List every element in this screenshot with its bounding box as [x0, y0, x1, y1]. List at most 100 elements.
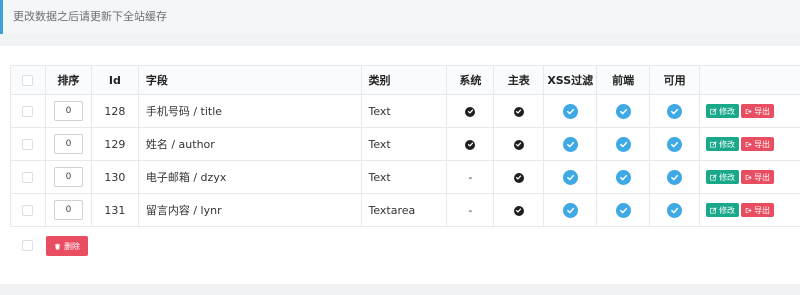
enabled-check-icon[interactable]: [667, 136, 683, 152]
field-cell: 留言内容 / lynr: [137, 193, 362, 227]
enabled-cell[interactable]: [649, 193, 701, 227]
id-cell: 128: [90, 94, 139, 128]
export-icon: [745, 108, 752, 115]
front-cell[interactable]: [596, 127, 651, 161]
system-dash: -: [468, 203, 473, 217]
xss-check-icon[interactable]: [562, 202, 578, 218]
system-check-icon: [465, 106, 476, 117]
type-cell: Text: [360, 127, 448, 161]
cache-notice: 更改数据之后请更新下全站缓存: [0, 0, 800, 34]
table-row: 131 留言内容 / lynr Textarea - 修改 导出: [10, 193, 800, 227]
header-system: 系统: [446, 65, 495, 95]
row-checkbox[interactable]: [22, 172, 34, 183]
header-order[interactable]: 排序: [44, 65, 92, 95]
xss-cell[interactable]: [543, 160, 598, 194]
id-cell: 131: [90, 193, 139, 227]
enabled-cell[interactable]: [649, 127, 701, 161]
main-cell: [493, 127, 545, 161]
export-button[interactable]: 导出: [741, 203, 775, 217]
xss-cell[interactable]: [543, 193, 598, 227]
id-cell: 129: [90, 127, 139, 161]
footer-select-all-checkbox[interactable]: [22, 240, 33, 251]
export-label: 导出: [754, 106, 771, 116]
enabled-cell[interactable]: [649, 94, 701, 128]
export-label: 导出: [754, 139, 771, 149]
table-row: 129 姓名 / author Text 修改 导出: [10, 127, 800, 161]
header-field: 字段: [137, 65, 362, 95]
field-table: 排序 Id 字段 类别 系统 主表 XSS过滤 前端 可用 128 手机号码 /…: [10, 65, 800, 227]
main-check-icon: [513, 205, 524, 216]
xss-cell[interactable]: [543, 94, 598, 128]
edit-button[interactable]: 修改: [706, 170, 740, 184]
type-cell: Text: [360, 160, 448, 194]
xss-check-icon[interactable]: [562, 103, 578, 119]
system-cell: -: [446, 160, 495, 194]
edit-button[interactable]: 修改: [706, 104, 740, 118]
front-check-icon[interactable]: [615, 136, 631, 152]
enabled-check-icon[interactable]: [667, 169, 683, 185]
id-cell: 130: [90, 160, 139, 194]
select-all-cell[interactable]: [10, 65, 46, 95]
row-checkbox[interactable]: [22, 139, 34, 150]
enabled-cell[interactable]: [649, 160, 701, 194]
type-cell: Text: [360, 94, 448, 128]
edit-label: 修改: [719, 205, 736, 215]
front-cell[interactable]: [596, 160, 651, 194]
header-main: 主表: [493, 65, 545, 95]
order-input[interactable]: [53, 200, 83, 220]
actions-cell: 修改 导出: [699, 160, 800, 194]
front-cell[interactable]: [596, 193, 651, 227]
main-check-icon: [513, 139, 524, 150]
front-check-icon[interactable]: [615, 202, 631, 218]
export-icon: [745, 207, 752, 214]
main-check-icon: [513, 106, 524, 117]
edit-label: 修改: [719, 106, 736, 116]
order-input[interactable]: [53, 101, 83, 121]
edit-button[interactable]: 修改: [706, 137, 740, 151]
export-button[interactable]: 导出: [741, 137, 775, 151]
edit-icon: [710, 173, 717, 181]
order-input[interactable]: [53, 134, 83, 154]
field-cell: 手机号码 / title: [137, 94, 362, 128]
edit-icon: [710, 140, 717, 148]
table-row: 128 手机号码 / title Text 修改 导出: [10, 94, 800, 128]
export-label: 导出: [754, 172, 771, 182]
system-cell: [446, 94, 495, 128]
row-checkbox[interactable]: [22, 106, 34, 117]
header-id[interactable]: Id: [90, 65, 139, 95]
row-select-cell[interactable]: [10, 94, 46, 128]
trash-icon: [55, 243, 60, 249]
actions-cell: 修改 导出: [699, 94, 800, 128]
xss-cell[interactable]: [543, 127, 598, 161]
export-button[interactable]: 导出: [741, 104, 775, 118]
xss-check-icon[interactable]: [562, 169, 578, 185]
delete-button[interactable]: 删除: [46, 236, 88, 256]
edit-icon: [710, 107, 717, 115]
main-check-icon: [513, 172, 524, 183]
front-check-icon[interactable]: [615, 169, 631, 185]
header-type: 类别: [360, 65, 448, 95]
select-all-checkbox[interactable]: [22, 75, 34, 86]
order-input[interactable]: [53, 167, 83, 187]
enabled-check-icon[interactable]: [667, 103, 683, 119]
edit-label: 修改: [719, 172, 736, 182]
order-cell: [44, 94, 92, 128]
row-checkbox[interactable]: [22, 205, 34, 216]
field-list-panel: 排序 Id 字段 类别 系统 主表 XSS过滤 前端 可用 128 手机号码 /…: [0, 46, 800, 284]
edit-icon: [710, 206, 717, 214]
row-select-cell[interactable]: [10, 160, 46, 194]
export-button[interactable]: 导出: [741, 170, 775, 184]
enabled-check-icon[interactable]: [667, 202, 683, 218]
front-cell[interactable]: [596, 94, 651, 128]
row-select-cell[interactable]: [10, 127, 46, 161]
actions-cell: 修改 导出: [699, 127, 800, 161]
header-enabled: 可用: [649, 65, 701, 95]
front-check-icon[interactable]: [615, 103, 631, 119]
order-cell: [44, 160, 92, 194]
table-header-row: 排序 Id 字段 类别 系统 主表 XSS过滤 前端 可用: [10, 65, 800, 95]
row-select-cell[interactable]: [10, 193, 46, 227]
edit-button[interactable]: 修改: [706, 203, 740, 217]
xss-check-icon[interactable]: [562, 136, 578, 152]
system-check-icon: [465, 139, 476, 150]
type-cell: Textarea: [360, 193, 448, 227]
